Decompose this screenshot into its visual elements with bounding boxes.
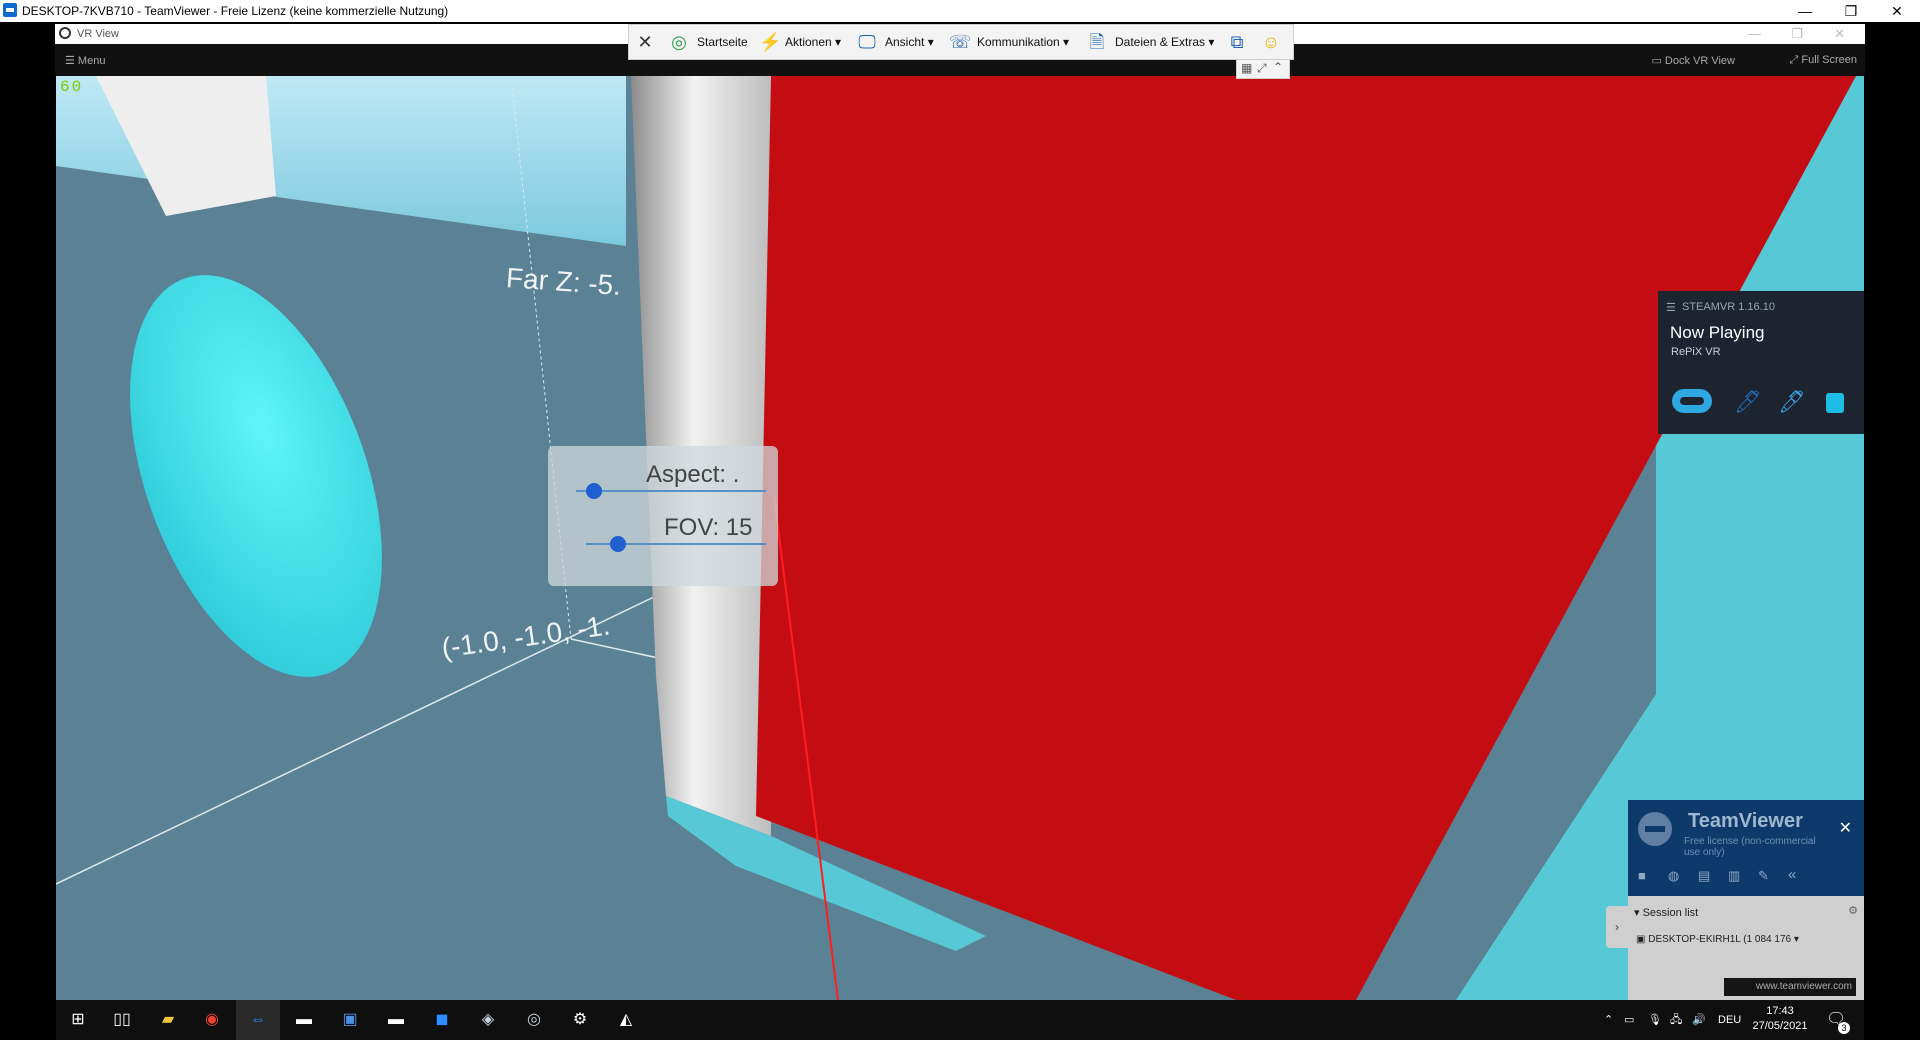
session-item[interactable]: ▣ DESKTOP-EKIRH1L (1 084 176 ▾ — [1636, 934, 1799, 945]
terminal2-icon[interactable]: ▬ — [374, 1000, 418, 1040]
switch-sides-icon[interactable]: ⧉ — [1227, 32, 1247, 52]
toolbar-startseite[interactable]: Startseite — [697, 35, 748, 49]
vr-restore-button[interactable]: ❐ — [1791, 26, 1803, 42]
vr-view-title: VR View — [77, 28, 119, 40]
chat-icon[interactable]: ▤ — [1698, 868, 1710, 884]
clock[interactable]: 17:43 27/05/2021 — [1750, 1004, 1810, 1034]
expand-icon[interactable]: ⤢ — [1257, 61, 1267, 76]
steamvr-panel: ☰ STEAMVR 1.16.10 Now Playing RePiX VR 🖊… — [1658, 291, 1864, 434]
teamviewer-toolbar: ✕ ◎ Startseite ⚡ Aktionen ▾ 🖵 Ansicht ▾ … — [628, 24, 1294, 60]
menu-label: Menu — [77, 55, 106, 67]
now-playing-app: RePiX VR — [1671, 346, 1721, 358]
task-view-icon[interactable]: ▯▯ — [100, 1000, 144, 1040]
notification-count: 3 — [1838, 1022, 1850, 1034]
network-icon[interactable]: 🖧 — [1670, 1000, 1682, 1040]
notification-icon[interactable]: 🗨 — [1826, 1000, 1846, 1040]
tv-brand: TeamViewer — [1688, 810, 1803, 832]
video-icon[interactable]: ■ — [1638, 868, 1646, 883]
full-screen-button[interactable]: ⤢ Full Screen — [1790, 54, 1858, 67]
windows-start-icon[interactable]: ⊞ — [56, 1000, 100, 1040]
vr-minimize-button[interactable]: — — [1748, 26, 1761, 41]
language-indicator[interactable]: DEU — [1718, 1000, 1741, 1040]
tray-chevron-icon[interactable]: ⌃ — [1604, 1000, 1613, 1040]
home-icon[interactable]: ◎ — [669, 32, 689, 52]
chrome-icon[interactable]: ◉ — [190, 1000, 234, 1040]
outer-window-title: DESKTOP-7KVB710 - TeamViewer - Freie Liz… — [22, 4, 449, 18]
lightning-icon: ⚡ — [759, 32, 782, 52]
restore-button[interactable]: ❐ — [1828, 0, 1874, 22]
tv-license-text: Free license (non-commercial use only) — [1684, 836, 1816, 858]
dock-label: Dock VR View — [1664, 55, 1735, 67]
minimize-button[interactable]: — — [1782, 0, 1828, 22]
fps-counter: 60 — [60, 78, 84, 96]
full-screen-label: Full Screen — [1801, 54, 1857, 66]
fov-label: FOV: 15 — [664, 514, 753, 541]
phone-icon: ☏ — [949, 32, 972, 52]
steamvr-icon — [59, 27, 71, 39]
windows-taskbar: ⊞ ▯▯ ▰ ◉ ⇔ ▬ ▣ ▬ ◼ ◈ ◎ ⚙ ◭ ⌃ ▭ 🎙 🖧 🔊 DEU… — [56, 1000, 1864, 1040]
hamburger-icon[interactable]: ☰ — [1666, 301, 1676, 314]
session-list-label: Session list — [1642, 907, 1699, 919]
steamvr-taskbar-icon[interactable]: ◎ — [512, 1000, 556, 1040]
tv-panel-close-icon[interactable]: ✕ — [1839, 818, 1852, 838]
menu-button[interactable]: ☰ Menu — [65, 54, 105, 67]
headset-call-icon[interactable]: ◍ — [1668, 868, 1679, 884]
tools-icon[interactable]: ✎ — [1758, 868, 1769, 884]
file-icon: 🗎 — [1089, 32, 1105, 52]
microphone-icon[interactable]: 🎙 — [1648, 1000, 1662, 1040]
steamvr-version: STEAMVR 1.16.10 — [1682, 301, 1775, 313]
controller-left-icon[interactable]: 🖊 — [1734, 389, 1762, 415]
zoom-icon[interactable]: ◼ — [420, 1000, 464, 1040]
tv-panel-header: TeamViewer Free license (non-commercial … — [1628, 800, 1864, 896]
vr-close-button[interactable]: ✕ — [1834, 26, 1845, 42]
terminal-icon[interactable]: ▬ — [282, 1000, 326, 1040]
file-explorer-icon[interactable]: ▰ — [146, 1000, 190, 1040]
headset-icon[interactable] — [1672, 389, 1712, 413]
feedback-smiley-icon[interactable]: ☺ — [1261, 32, 1281, 52]
teamviewer-logo-icon — [1638, 812, 1672, 846]
aspect-label: Aspect: . — [646, 461, 740, 488]
clock-time: 17:43 — [1766, 1005, 1794, 1017]
toolbar-ansicht[interactable]: Ansicht ▾ — [885, 35, 934, 49]
vr-scene: 60 Far Z: -5. Aspect: . FOV: 15 (-1.0, -… — [56, 76, 1864, 1000]
toolbar-dateien-extras[interactable]: Dateien & Extras ▾ — [1115, 35, 1214, 49]
volume-icon[interactable]: 🔊 — [1692, 1000, 1706, 1040]
vr-scene-graphic — [56, 76, 1864, 1000]
teamviewer-link[interactable]: www.teamviewer.com — [1724, 978, 1856, 996]
teamviewer-taskbar-icon[interactable]: ⇔ — [236, 1000, 280, 1040]
steam-icon[interactable]: ◈ — [466, 1000, 510, 1040]
now-playing-label: Now Playing — [1670, 323, 1765, 342]
monitor-icon: 🖵 — [858, 32, 876, 52]
toolbar-kommunikation[interactable]: Kommunikation ▾ — [977, 35, 1069, 49]
window-app-icon[interactable]: ▣ — [328, 1000, 372, 1040]
session-settings-icon[interactable]: ⚙ — [1848, 904, 1858, 917]
teamviewer-icon — [3, 3, 17, 17]
collapse-panel-icon[interactable]: « — [1788, 866, 1796, 883]
session-list-header[interactable]: ▾ Session list — [1634, 906, 1698, 919]
grid-icon[interactable]: ▦ — [1241, 61, 1252, 75]
toolbar-collapse-bar: ▦ ⤢ ⌃ — [1236, 59, 1290, 79]
collapse-chevron-icon[interactable]: ⌃ — [1273, 60, 1283, 74]
unity-icon[interactable]: ◭ — [604, 1000, 648, 1040]
close-session-icon[interactable]: ✕ — [635, 32, 655, 52]
controller-right-icon[interactable]: 🖊 — [1778, 389, 1806, 415]
battery-icon[interactable]: ▭ — [1624, 1000, 1634, 1040]
settings-gear-icon[interactable]: ⚙ — [558, 1000, 602, 1040]
teamviewer-side-panel: TeamViewer Free license (non-commercial … — [1628, 800, 1864, 1000]
taskbar-spacer — [1864, 1000, 1920, 1040]
toolbar-aktionen[interactable]: Aktionen ▾ — [785, 35, 841, 49]
base-station-icon[interactable] — [1826, 393, 1844, 413]
outer-window-titlebar: DESKTOP-7KVB710 - TeamViewer - Freie Liz… — [0, 0, 1920, 23]
session-expand-tab[interactable]: › — [1606, 906, 1628, 948]
session-list: ▾ Session list ⚙ ▣ DESKTOP-EKIRH1L (1 08… — [1628, 896, 1864, 1000]
clock-date: 27/05/2021 — [1752, 1020, 1808, 1032]
close-button[interactable]: ✕ — [1874, 0, 1920, 22]
files-icon[interactable]: ▥ — [1728, 868, 1740, 884]
dock-vr-view-button[interactable]: ▭ Dock VR View — [1651, 54, 1735, 67]
